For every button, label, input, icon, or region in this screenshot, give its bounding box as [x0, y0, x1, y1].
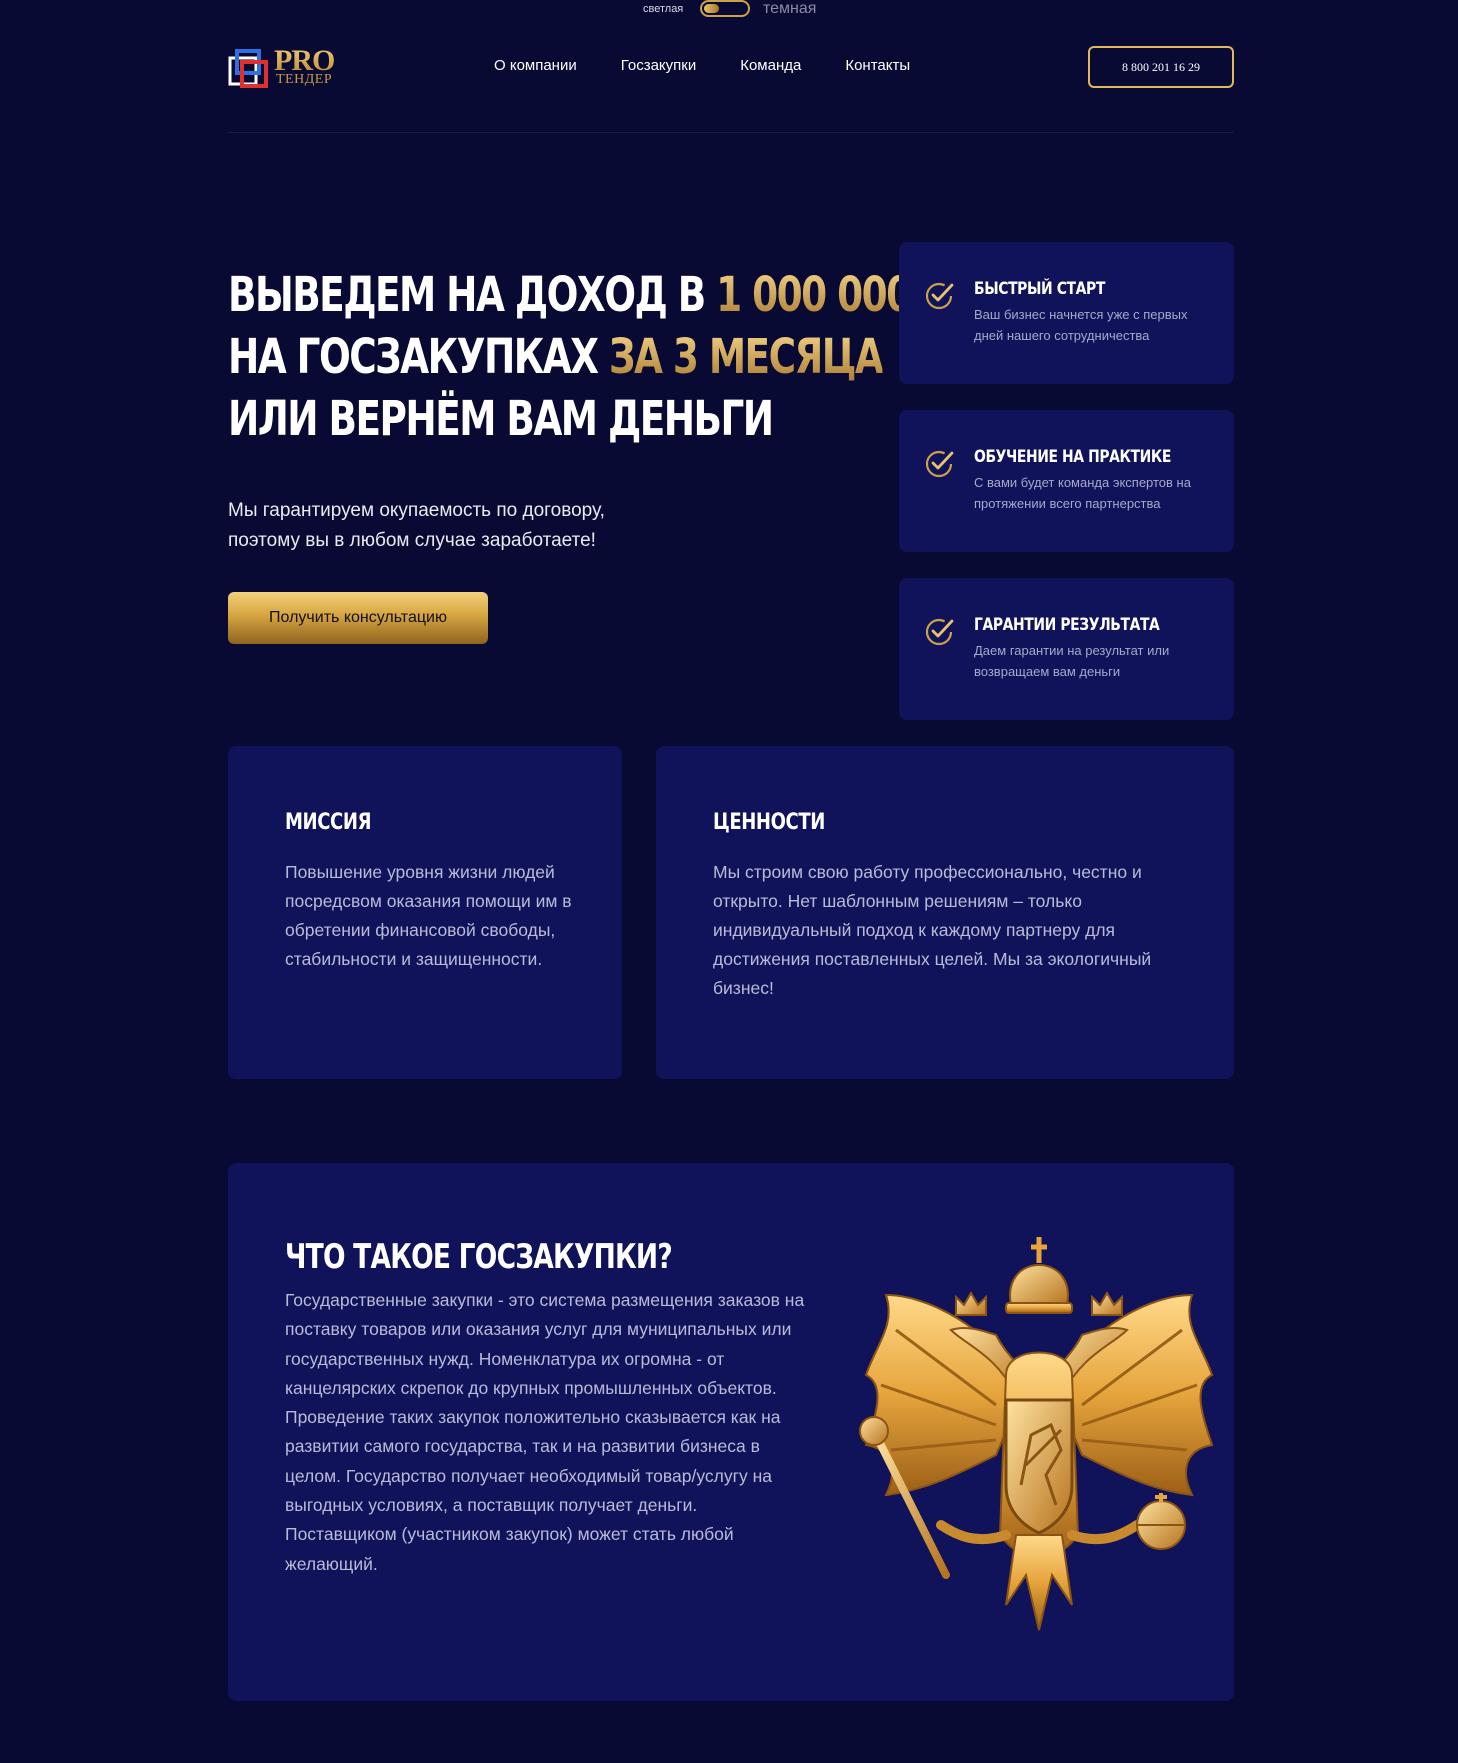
main-nav: О компании Госзакупки Команда Контакты [494, 57, 910, 74]
mission-card: МИССИЯ Повышение уровня жизни людей поср… [228, 746, 622, 1079]
checkmark-circle-icon [925, 282, 954, 310]
theme-light-label[interactable]: светлая [643, 3, 683, 15]
theme-dark-label[interactable]: темная [763, 0, 816, 18]
hero-title-amount: 1 000 000 [716, 267, 912, 323]
goszakupki-card: ЧТО ТАКОЕ ГОСЗАКУПКИ? Государственные за… [228, 1163, 1234, 1701]
goszakupki-text-line: выгодных условиях, а поставщик получает … [285, 1495, 698, 1516]
mission-text-line: Повышение уровня жизни людей [285, 862, 555, 882]
hero-title: ВЫВЕДЕМ НА ДОХОД В 1 000 000 НА ГОСЗАКУП… [228, 264, 912, 450]
feature-description: С вами будет команда экспертов на протяж… [974, 475, 1191, 511]
consultation-button[interactable]: Получить консультацию [228, 592, 488, 644]
feature-card-training: ОБУЧЕНИЕ НА ПРАКТИКЕ С вами будет команд… [899, 410, 1234, 552]
checkmark-circle-icon [925, 450, 954, 478]
goszakupki-text-line: целом. Государство получает необходимый … [285, 1465, 772, 1486]
goszakupki-text-line: Проведение таких закупок положительно ск… [285, 1407, 781, 1428]
goszakupki-text-line: государственных нужд. Номенклатура их ог… [285, 1348, 725, 1369]
values-text-line: открыто. Нет шаблонным решениям – только [713, 891, 1082, 911]
values-text-line: достижения поставленных целей. Мы за эко… [713, 949, 1152, 969]
logo-tender-text: ТЕНДЕР [276, 72, 333, 87]
feature-title: ГАРАНТИИ РЕЗУЛЬТАТА [974, 615, 1160, 635]
hero-title-line1: ВЫВЕДЕМ НА ДОХОД В [228, 267, 717, 323]
mission-text-line: стабильности и защищенности. [285, 949, 543, 969]
checkmark-circle-icon [925, 618, 954, 646]
mission-text-line: обретении финансовой свободы, [285, 920, 556, 940]
hero-title-line3: ИЛИ ВЕРНЁМ ВАМ ДЕНЬГИ [228, 391, 774, 447]
goszakupki-text-line: желающий. [285, 1553, 378, 1574]
feature-title: ОБУЧЕНИЕ НА ПРАКТИКЕ [974, 447, 1171, 467]
values-card: ЦЕННОСТИ Мы строим свою работу профессио… [656, 746, 1234, 1079]
nav-contacts[interactable]: Контакты [845, 57, 910, 74]
theme-toggle-knob [704, 4, 719, 13]
mission-title: МИССИЯ [285, 810, 372, 835]
hero-subtitle: Мы гарантируем окупаемость по договору, … [228, 496, 688, 556]
logo-squares-icon [228, 49, 268, 88]
feature-title: БЫСТРЫЙ СТАРТ [974, 279, 1105, 299]
nav-goszakupki[interactable]: Госзакупки [621, 57, 696, 74]
feature-card-guarantee: ГАРАНТИИ РЕЗУЛЬТАТА Даем гарантии на рез… [899, 578, 1234, 720]
feature-description: Ваш бизнес начнется уже с первых дней на… [974, 307, 1188, 343]
hero-title-period: ЗА 3 МЕСЯЦА [608, 329, 884, 385]
logo[interactable]: PRO ТЕНДЕР [228, 44, 348, 90]
goszakupki-text-line: Государственные закупки - это система ра… [285, 1290, 805, 1310]
goszakupki-text-line: Поставщиком (участником закупок) может с… [285, 1524, 734, 1545]
hero-title-line2: НА ГОСЗАКУПКАХ [228, 329, 609, 385]
goszakupki-text: Государственные закупки - это система ра… [285, 1286, 830, 1579]
russian-coat-of-arms-icon [859, 1237, 1214, 1631]
values-text-line: Мы строим свою работу профессионально, ч… [713, 862, 1142, 882]
mission-text-line: посредсвом оказания помощи им в [285, 891, 572, 911]
goszakupki-title: ЧТО ТАКОЕ ГОСЗАКУПКИ? [285, 1237, 673, 1277]
values-text: Мы строим свою работу профессионально, ч… [713, 858, 1151, 1003]
nav-team[interactable]: Команда [740, 57, 801, 74]
values-text-line: индивидуальный подход к каждому партнеру… [713, 920, 1116, 940]
feature-card-fast-start: БЫСТРЫЙ СТАРТ Ваш бизнес начнется уже с … [899, 242, 1234, 384]
nav-about[interactable]: О компании [494, 57, 577, 74]
goszakupki-text-line: развитии самого государства, так и на ра… [285, 1436, 760, 1457]
phone-button[interactable]: 8 800 201 16 29 [1088, 46, 1234, 88]
values-title: ЦЕННОСТИ [713, 810, 825, 835]
goszakupki-text-line: поставку товаров или оказания услуг для … [285, 1319, 792, 1340]
hero-subtitle-line: Мы гарантируем окупаемость по договору, [228, 500, 605, 521]
feature-description: Даем гарантии на результат или возвращае… [974, 643, 1170, 679]
mission-text: Повышение уровня жизни людей посредсвом … [285, 858, 572, 974]
goszakupki-text-line: канцелярских скрепок до крупных промышле… [285, 1377, 777, 1398]
theme-toggle[interactable] [700, 0, 750, 17]
values-text-line: бизнес! [713, 978, 774, 998]
hero-subtitle-line: поэтому вы в любом случае заработаете! [228, 530, 596, 551]
header-divider [228, 132, 1234, 133]
